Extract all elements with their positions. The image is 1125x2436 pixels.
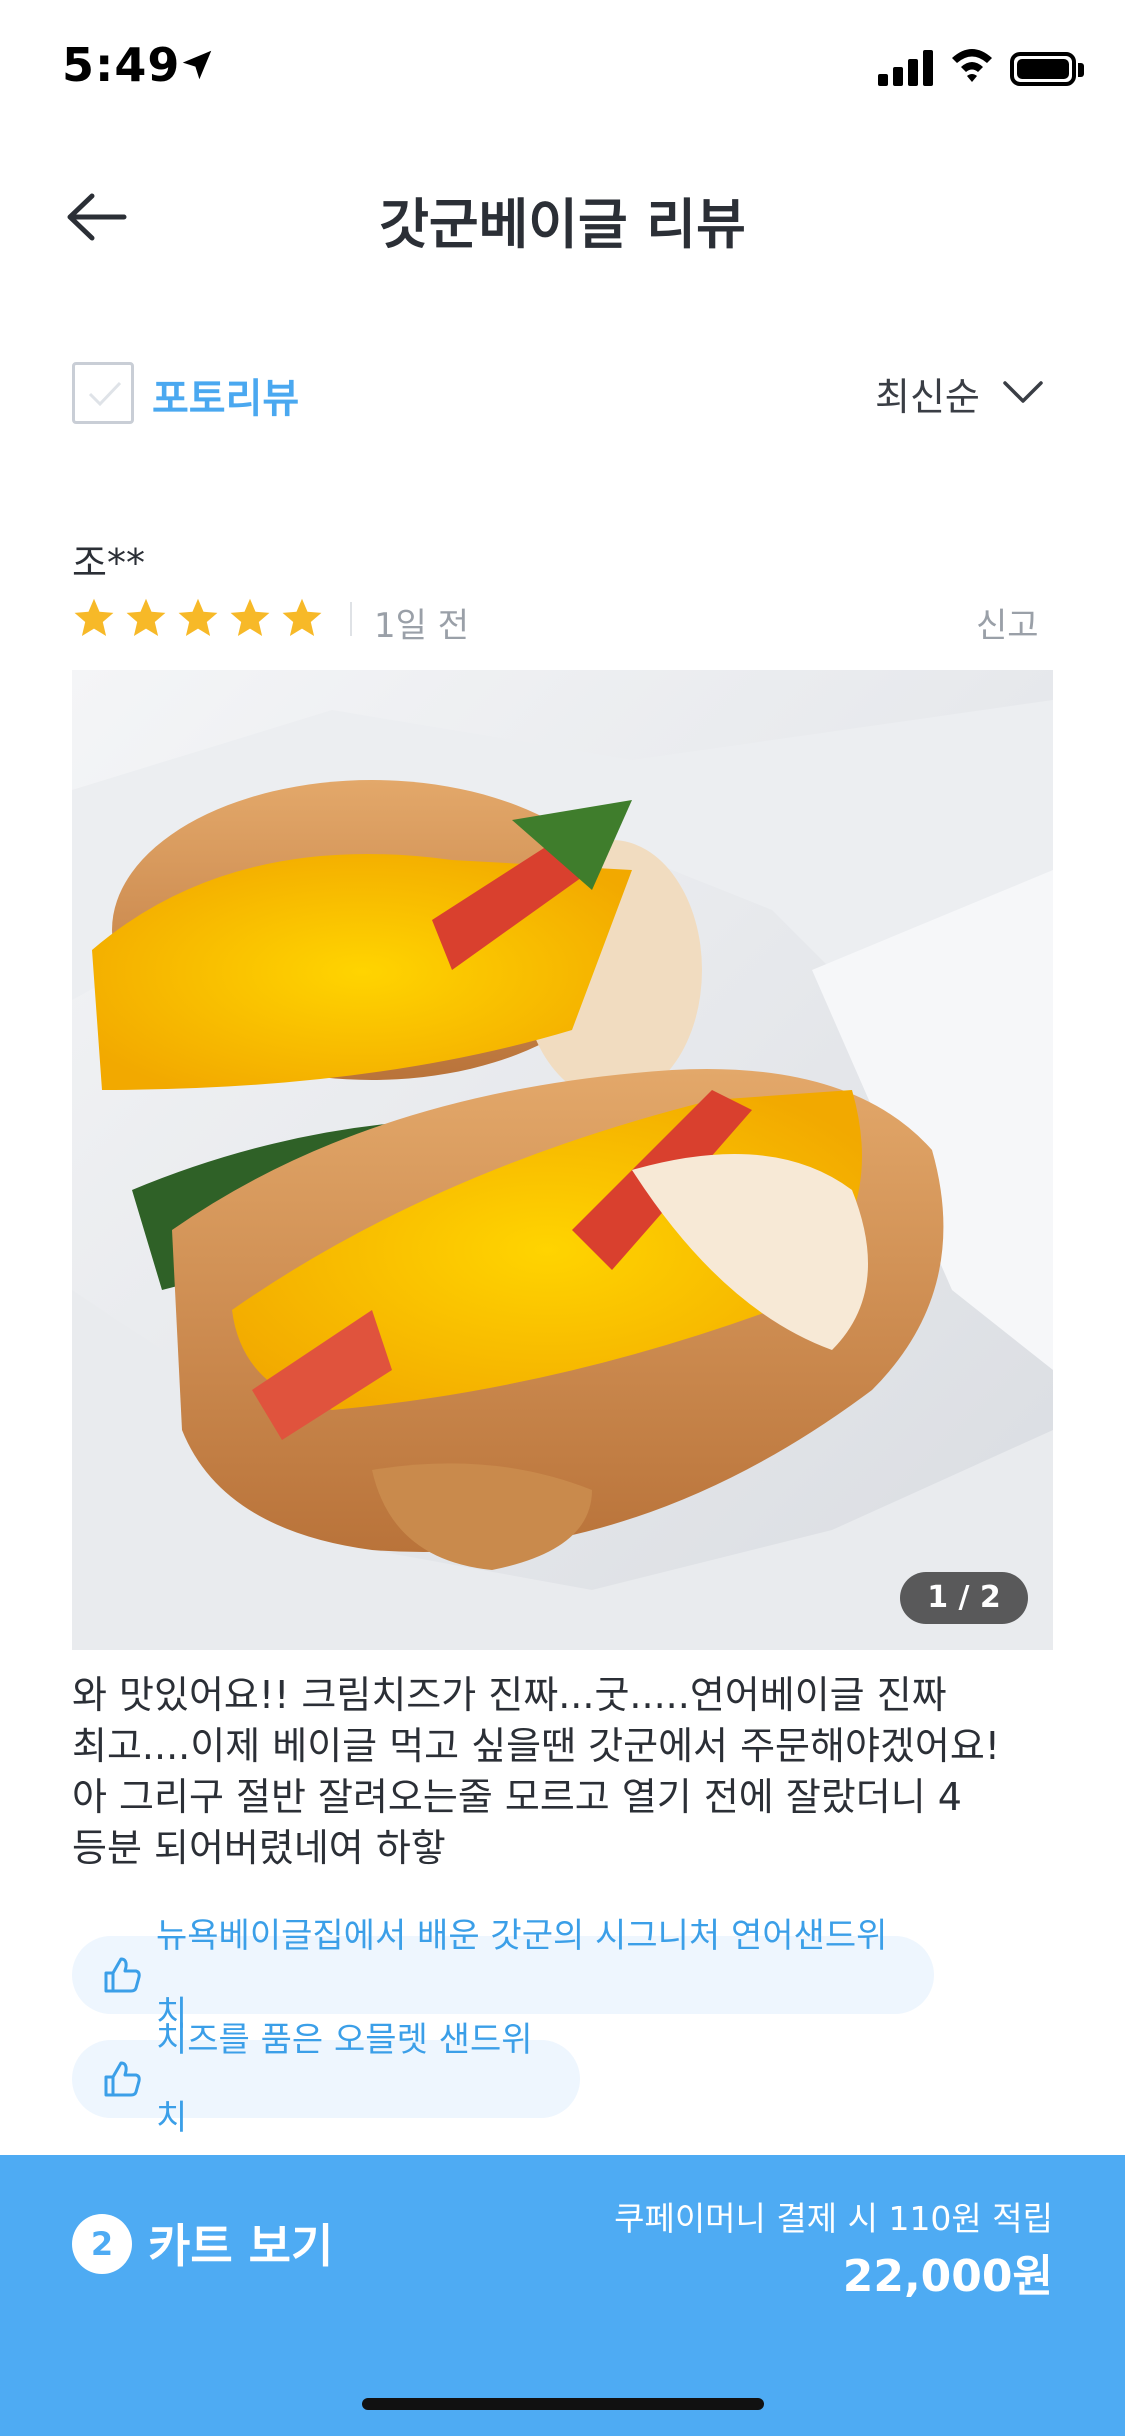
reward-info: 쿠페이머니 결제 시 110원 적립 bbox=[614, 2199, 1053, 2238]
wifi-icon bbox=[952, 49, 992, 82]
divider bbox=[350, 602, 352, 636]
review-photo[interactable] bbox=[72, 670, 1053, 1650]
chevron-down-icon[interactable] bbox=[1002, 378, 1044, 406]
photo-review-checkbox[interactable] bbox=[72, 362, 134, 424]
star-rating bbox=[72, 596, 324, 640]
sort-dropdown-label[interactable]: 최신순 bbox=[875, 366, 980, 421]
check-icon bbox=[88, 381, 122, 407]
report-button[interactable]: 신고 bbox=[976, 598, 1039, 647]
battery-icon bbox=[1010, 52, 1076, 86]
signal-icon bbox=[878, 50, 938, 86]
location-arrow-icon bbox=[182, 50, 212, 80]
review-author: 조** bbox=[72, 541, 145, 585]
liked-menu-tag[interactable]: 치즈를 품은 오믈렛 샌드위치 bbox=[72, 2020, 580, 2138]
review-date: 1일 전 bbox=[374, 606, 469, 646]
thumbs-up-icon bbox=[104, 1957, 141, 1993]
photo-review-label[interactable]: 포토리뷰 bbox=[152, 366, 299, 424]
star-icon bbox=[178, 598, 218, 636]
thumbs-up-icon bbox=[104, 2061, 141, 2097]
page-title: 갓군베이글 리뷰 bbox=[379, 193, 746, 256]
review-text: 와 맛있어요!! 크림치즈가 진짜...굿.....연어베이글 진짜 최고...… bbox=[72, 1673, 1001, 1870]
status-time: 5:49 bbox=[62, 38, 181, 92]
liked-menu-label: 치즈를 품은 오믈렛 샌드위치 bbox=[156, 2020, 533, 2138]
bagel-sandwich-image bbox=[72, 670, 1053, 1650]
star-icon bbox=[126, 598, 166, 636]
cart-total: 22,000원 bbox=[842, 2251, 1053, 2302]
view-cart-button[interactable]: 카트 보기 bbox=[148, 2210, 333, 2276]
star-icon bbox=[74, 598, 114, 636]
star-icon bbox=[282, 598, 322, 636]
photo-pager-badge: 1 / 2 bbox=[900, 1572, 1028, 1624]
star-icon bbox=[230, 598, 270, 636]
cart-count-badge: 2 bbox=[72, 2214, 132, 2274]
home-indicator[interactable] bbox=[362, 2398, 764, 2410]
battery-cap bbox=[1078, 63, 1084, 77]
